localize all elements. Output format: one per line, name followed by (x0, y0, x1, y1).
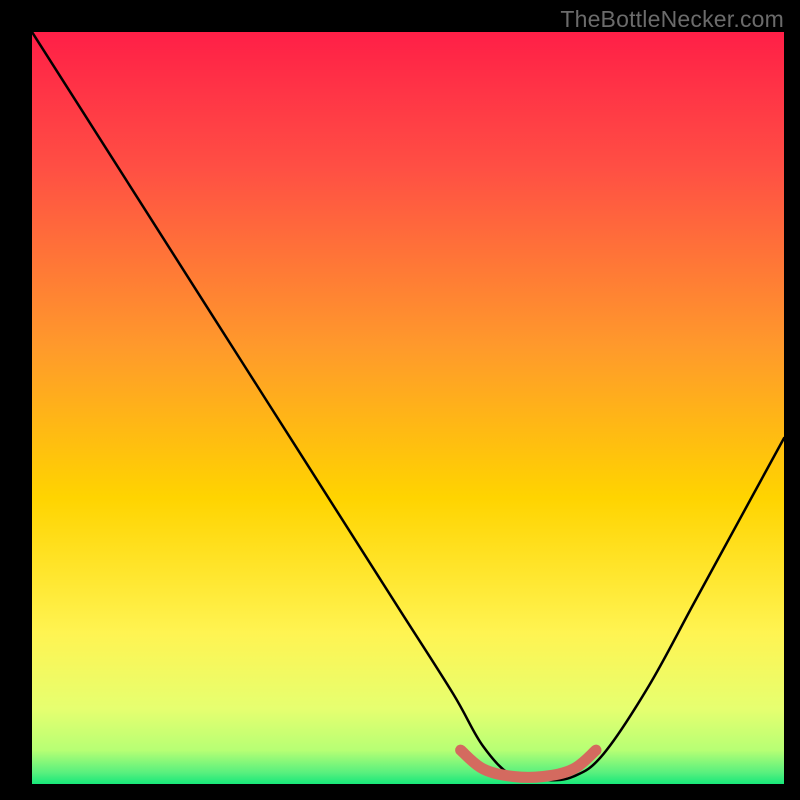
chart-plot-area (32, 32, 784, 784)
chart-svg (0, 0, 800, 800)
watermark-label: TheBottleNecker.com (560, 6, 784, 33)
bottleneck-chart: TheBottleNecker.com (0, 0, 800, 800)
